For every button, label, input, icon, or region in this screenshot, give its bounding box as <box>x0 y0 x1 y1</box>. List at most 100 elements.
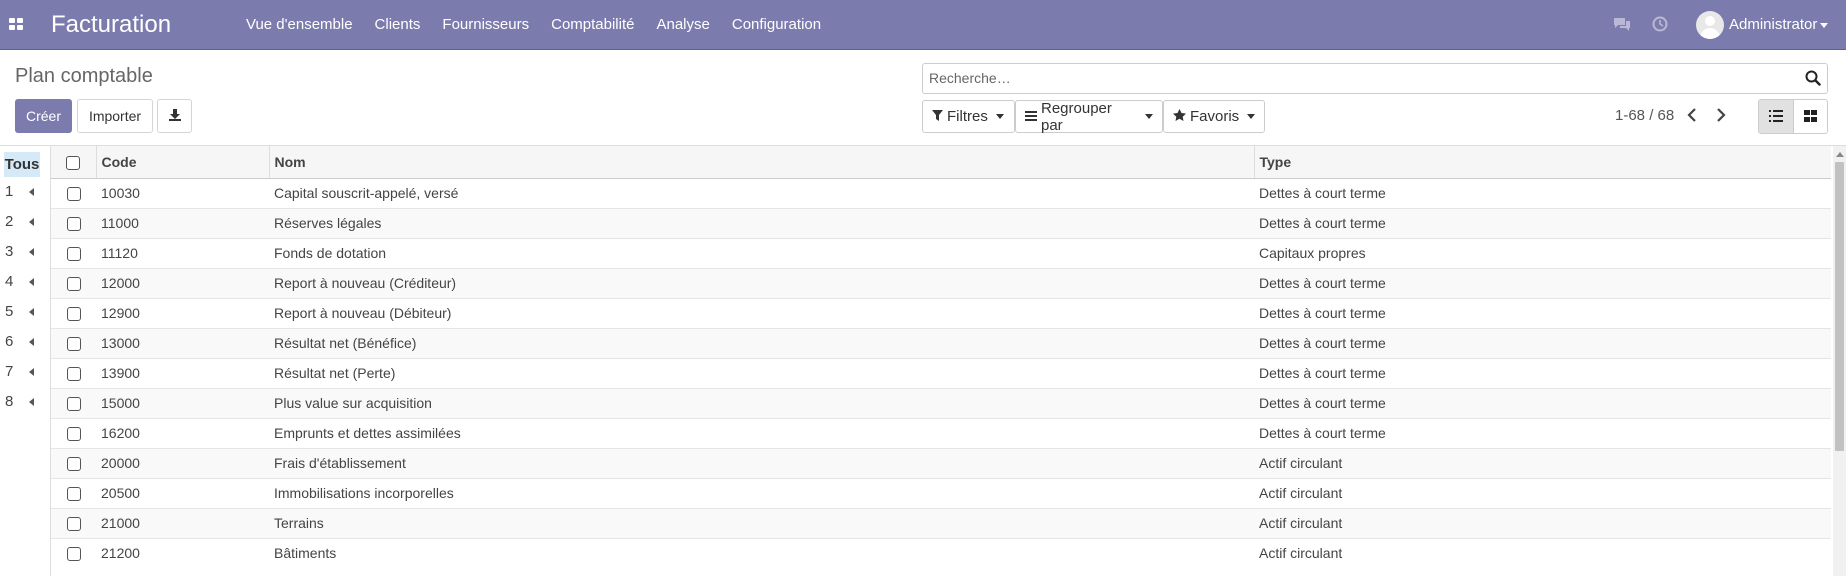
chevron-down-icon <box>1145 114 1153 119</box>
cell-code: 11000 <box>96 207 269 238</box>
cell-code: 21200 <box>96 537 269 568</box>
page-title: Plan comptable <box>15 65 153 87</box>
row-checkbox[interactable] <box>66 187 81 202</box>
import-button[interactable]: Importer <box>77 99 153 133</box>
cell-type: Dettes à court terme <box>1254 417 1831 448</box>
table-row[interactable]: 13900 Résultat net (Perte) Dettes à court … <box>51 357 1831 388</box>
search-icon[interactable] <box>1805 70 1821 89</box>
row-checkbox[interactable] <box>66 547 81 562</box>
user-menu-name[interactable]: Administrator <box>1729 16 1817 33</box>
cell-name: Résultat net (Perte) <box>269 357 1254 388</box>
chat-icon[interactable] <box>1613 16 1631 35</box>
group-all[interactable]: Tous <box>4 152 40 177</box>
menu-item-configuration[interactable]: Configuration <box>721 0 832 50</box>
select-all-checkbox[interactable] <box>66 155 81 170</box>
row-checkbox[interactable] <box>66 427 81 442</box>
group-item[interactable]: 4 <box>0 273 44 303</box>
cell-code: 12000 <box>96 267 269 298</box>
cell-code: 20500 <box>96 477 269 508</box>
list-view-icon <box>1768 109 1783 125</box>
table-row[interactable]: 11120 Fonds de dotation Capitaux propres <box>51 237 1831 268</box>
group-item[interactable]: 7 <box>0 363 44 393</box>
row-check-cell <box>51 357 96 388</box>
scroll-up-arrow-icon[interactable] <box>1836 152 1844 157</box>
group-number: 2 <box>5 213 14 230</box>
group-item[interactable]: 2 <box>0 213 44 243</box>
table-row[interactable]: 11000 Réserves légales Dettes à court term… <box>51 207 1831 238</box>
group-by-button[interactable]: Regrouper par <box>1015 100 1163 134</box>
column-header-type[interactable]: Type <box>1253 146 1831 179</box>
table-row[interactable]: 20500 Immobilisations incorporelles Actif … <box>51 477 1831 508</box>
group-number: 5 <box>5 303 14 320</box>
kanban-view-button[interactable] <box>1792 100 1827 133</box>
table-row[interactable]: 21000 Terrains Actif circulant <box>51 507 1831 538</box>
cell-type: Dettes à court terme <box>1254 267 1831 298</box>
chevron-down-icon[interactable] <box>1820 23 1828 28</box>
group-item[interactable]: 5 <box>0 303 44 333</box>
cell-type: Dettes à court terme <box>1254 297 1831 328</box>
clock-icon[interactable] <box>1652 16 1668 35</box>
favorites-button[interactable]: Favoris <box>1163 100 1265 133</box>
row-checkbox[interactable] <box>66 517 81 532</box>
apps-icon[interactable] <box>9 18 23 30</box>
row-check-cell <box>51 417 96 448</box>
group-item[interactable]: 3 <box>0 243 44 273</box>
list-view-button[interactable] <box>1759 100 1793 133</box>
cell-type: Actif circulant <box>1254 537 1831 568</box>
column-header-code[interactable]: Code <box>95 146 269 179</box>
cell-name: Réserves légales <box>269 207 1254 238</box>
search-bar <box>922 63 1828 94</box>
group-item[interactable]: 1 <box>0 183 44 213</box>
row-checkbox[interactable] <box>66 457 81 472</box>
row-checkbox[interactable] <box>66 337 81 352</box>
cell-code: 13900 <box>96 357 269 388</box>
table-row[interactable]: 12000 Report à nouveau (Créditeur) Dettes … <box>51 267 1831 298</box>
cell-name: Résultat net (Bénéfice) <box>269 327 1254 358</box>
cell-type: Actif circulant <box>1254 507 1831 538</box>
group-number: 8 <box>5 393 14 410</box>
menu-item-accounting[interactable]: Comptabilité <box>540 0 645 50</box>
menu-item-customers[interactable]: Clients <box>364 0 432 50</box>
column-header-name[interactable]: Nom <box>268 146 1254 179</box>
download-button[interactable] <box>157 99 192 133</box>
chevron-left-icon[interactable] <box>1687 108 1697 125</box>
table-row[interactable]: 10030 Capital souscrit-appelé, versé Dette… <box>51 177 1831 208</box>
menu-item-overview[interactable]: Vue d'ensemble <box>235 0 364 50</box>
cell-code: 13000 <box>96 327 269 358</box>
row-checkbox[interactable] <box>66 367 81 382</box>
row-checkbox[interactable] <box>66 397 81 412</box>
cell-name: Bâtiments <box>269 537 1254 568</box>
row-checkbox[interactable] <box>66 307 81 322</box>
vertical-scrollbar[interactable] <box>1833 146 1846 576</box>
view-switcher <box>1758 99 1828 134</box>
avatar[interactable] <box>1696 11 1724 39</box>
cell-type: Dettes à court terme <box>1254 327 1831 358</box>
table-row[interactable]: 15000 Plus value sur acquisition Dettes à … <box>51 387 1831 418</box>
table-row[interactable]: 21200 Bâtiments Actif circulant <box>51 537 1831 568</box>
group-item[interactable]: 8 <box>0 393 44 423</box>
cell-name: Capital souscrit-appelé, versé <box>269 177 1254 208</box>
create-button[interactable]: Créer <box>15 99 72 133</box>
row-checkbox[interactable] <box>66 277 81 292</box>
cell-code: 12900 <box>96 297 269 328</box>
app-brand[interactable]: Facturation <box>51 11 171 39</box>
kanban-view-icon <box>1803 109 1817 125</box>
row-checkbox[interactable] <box>66 247 81 262</box>
menu-item-reporting[interactable]: Analyse <box>645 0 720 50</box>
chevron-right-icon[interactable] <box>1716 108 1726 125</box>
group-item[interactable]: 6 <box>0 333 44 363</box>
row-checkbox[interactable] <box>66 487 81 502</box>
menu-item-vendors[interactable]: Fournisseurs <box>431 0 540 50</box>
accounts-table: Code Nom Type 10030 Capital souscrit-appe… <box>51 146 1831 568</box>
list-view: Code Nom Type 10030 Capital souscrit-appe… <box>50 146 1831 576</box>
row-checkbox[interactable] <box>66 217 81 232</box>
filters-button[interactable]: Filtres <box>922 100 1015 133</box>
row-check-cell <box>51 477 96 508</box>
search-input[interactable] <box>929 70 1789 86</box>
scrollbar-thumb[interactable] <box>1835 162 1844 451</box>
pager-value[interactable]: 1-68 / 68 <box>1615 107 1674 124</box>
table-row[interactable]: 12900 Report à nouveau (Débiteur) Dettes à… <box>51 297 1831 328</box>
table-row[interactable]: 20000 Frais d'établissement Actif circulan… <box>51 447 1831 478</box>
table-row[interactable]: 13000 Résultat net (Bénéfice) Dettes à cou… <box>51 327 1831 358</box>
table-row[interactable]: 16200 Emprunts et dettes assimilées Dettes… <box>51 417 1831 448</box>
